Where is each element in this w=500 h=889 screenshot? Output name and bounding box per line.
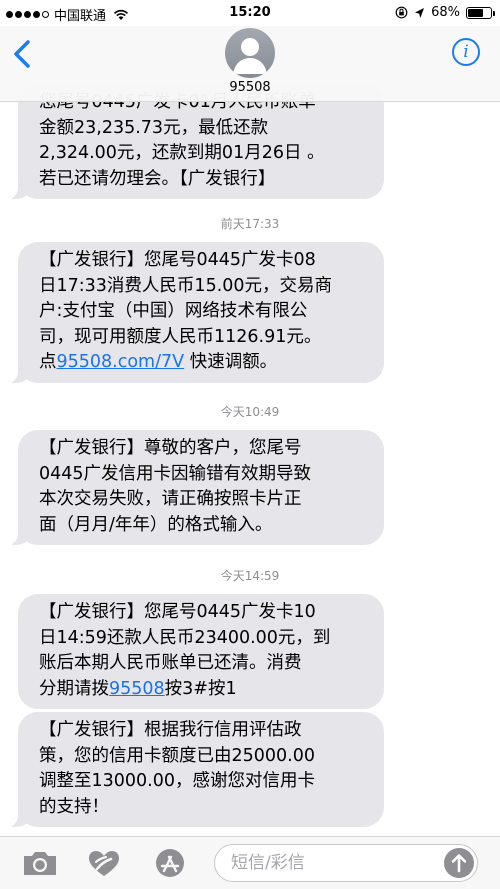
message-line: 本次交易失败，请正确按照卡片正 xyxy=(39,489,302,509)
message-line: 的支持！ xyxy=(39,796,109,817)
message-line: 若已还请勿理会。【广发银行】 xyxy=(39,168,276,189)
person-silhouette-icon xyxy=(233,38,267,74)
message-line: 【广发银行】您尾号0445广发卡10 xyxy=(39,602,316,622)
app-store-icon[interactable] xyxy=(150,847,190,879)
message-link[interactable]: 95508.com/7V xyxy=(57,352,185,372)
message-line: 面（月月/年年）的格式输入。 xyxy=(39,514,273,535)
message-input[interactable] xyxy=(215,845,425,881)
location-arrow-icon xyxy=(415,7,425,18)
info-button[interactable]: i xyxy=(452,38,480,66)
message-timestamp: 前天17:33 xyxy=(220,217,280,231)
message-bubble[interactable]: 【广发银行】根据我行信用评估政 策，您的信用卡额度已由25000.00 调整至1… xyxy=(4,712,384,827)
message-bubble[interactable]: 【广发银行】尊敬的客户，您尾号 0445广发信用卡因输错有效期导致 本次交易失败… xyxy=(4,430,384,545)
message-text: 点 xyxy=(39,352,57,372)
battery-fill xyxy=(468,8,483,17)
rotation-lock-icon xyxy=(395,6,408,19)
conversation-header: 95508 i xyxy=(0,26,500,102)
message-line: 【广发银行】您尾号0445广发卡08 xyxy=(39,250,316,270)
message-text: 按3#按1 xyxy=(164,678,237,699)
message-timestamp: 今天14:59 xyxy=(220,569,280,583)
message-line: 日17:33消费人民币15.00元，交易商 xyxy=(39,275,333,296)
message-line: 调整至13000.00，感谢您对信用卡 xyxy=(39,771,316,791)
message-line: 【广发银行】根据我行信用评估政 xyxy=(39,720,302,740)
digital-touch-icon[interactable] xyxy=(84,847,124,879)
message-text: 快速调额。 xyxy=(184,352,278,372)
message-text: 分期请拨 xyxy=(39,678,109,699)
back-button[interactable] xyxy=(10,36,38,72)
battery-icon xyxy=(466,6,495,19)
status-right: 68% xyxy=(395,5,495,20)
message-line: 点95508.com/7V 快速调额。 xyxy=(39,350,370,376)
camera-icon[interactable] xyxy=(20,847,60,879)
contact-name[interactable]: 95508 xyxy=(0,80,500,95)
status-bar: 中国联通 15:20 68% xyxy=(0,0,500,26)
message-link[interactable]: 95508 xyxy=(109,679,165,699)
message-line: 户:支付宝（中国）网络技术有限公 xyxy=(39,301,308,321)
message-line: 账后本期人民币账单已还清。消费 xyxy=(39,653,302,673)
message-line: 分期请拨95508按3#按1 xyxy=(39,677,370,703)
info-icon: i xyxy=(463,42,469,62)
message-bubble[interactable]: 【广发银行】您尾号0445广发卡08 日17:33消费人民币15.00元，交易商… xyxy=(4,242,384,383)
battery-percent: 68% xyxy=(431,5,460,20)
message-input-bar xyxy=(0,836,500,889)
message-bubble[interactable]: 【广发银行】您尾号0445广发卡10 日14:59还款人民币23400.00元，… xyxy=(18,594,384,709)
message-line: 金额23,235.73元，最低还款 xyxy=(39,117,269,138)
message-line: 2,324.00元，还款到期01月26日 。 xyxy=(39,143,325,163)
contact-avatar[interactable] xyxy=(225,28,275,78)
message-line: 0445广发信用卡因输错有效期导致 xyxy=(39,463,312,484)
message-text-field[interactable] xyxy=(214,844,478,882)
message-line: 司，现可用额度人民币1126.91元。 xyxy=(39,326,322,347)
message-timestamp: 今天10:49 xyxy=(220,405,280,419)
send-arrow-icon xyxy=(451,854,467,873)
send-button[interactable] xyxy=(444,848,474,878)
message-line: 【广发银行】尊敬的客户，您尾号 xyxy=(39,438,302,458)
message-line: 日14:59还款人民币23400.00元，到 xyxy=(39,627,331,648)
chevron-left-icon xyxy=(14,40,30,68)
message-thread: 您尾号0445广发卡01月人民币账单 金额23,235.73元，最低还款 2,3… xyxy=(0,0,500,889)
message-line: 策，您的信用卡额度已由25000.00 xyxy=(39,745,316,766)
